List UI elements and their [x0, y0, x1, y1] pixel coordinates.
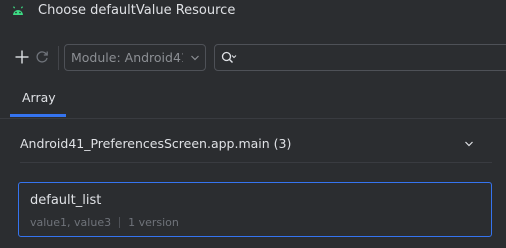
search-icon [221, 51, 237, 63]
chevron-down-icon [191, 55, 199, 61]
resource-values: value1, value3 [30, 216, 112, 229]
resource-item-default-list[interactable]: default_list value1, value3 1 version [18, 182, 492, 237]
tab-array-indicator [10, 114, 66, 117]
resource-name: default_list [30, 193, 102, 208]
title-bar: Choose defaultValue Resource [0, 0, 506, 24]
tab-array[interactable]: Array [10, 82, 68, 116]
module-dropdown-value: Module: Android41_PreferencesScreen.app.… [71, 50, 183, 65]
toolbar-separator [58, 46, 59, 70]
module-dropdown[interactable]: Module: Android41_PreferencesScreen.app.… [64, 44, 206, 71]
plus-icon[interactable] [14, 49, 30, 65]
group-divider [20, 162, 492, 163]
resource-group-header[interactable]: Android41_PreferencesScreen.app.main (3) [20, 136, 291, 151]
resource-meta: value1, value3 1 version [30, 216, 179, 229]
meta-separator [119, 217, 121, 228]
chevron-down-icon[interactable] [464, 139, 474, 149]
android-icon [13, 6, 23, 15]
search-input[interactable] [214, 44, 506, 71]
dialog-title: Choose defaultValue Resource [38, 3, 236, 18]
refresh-icon[interactable] [34, 49, 50, 65]
resource-versions: 1 version [128, 216, 179, 229]
tab-bar [0, 82, 506, 118]
tab-divider [0, 118, 506, 119]
